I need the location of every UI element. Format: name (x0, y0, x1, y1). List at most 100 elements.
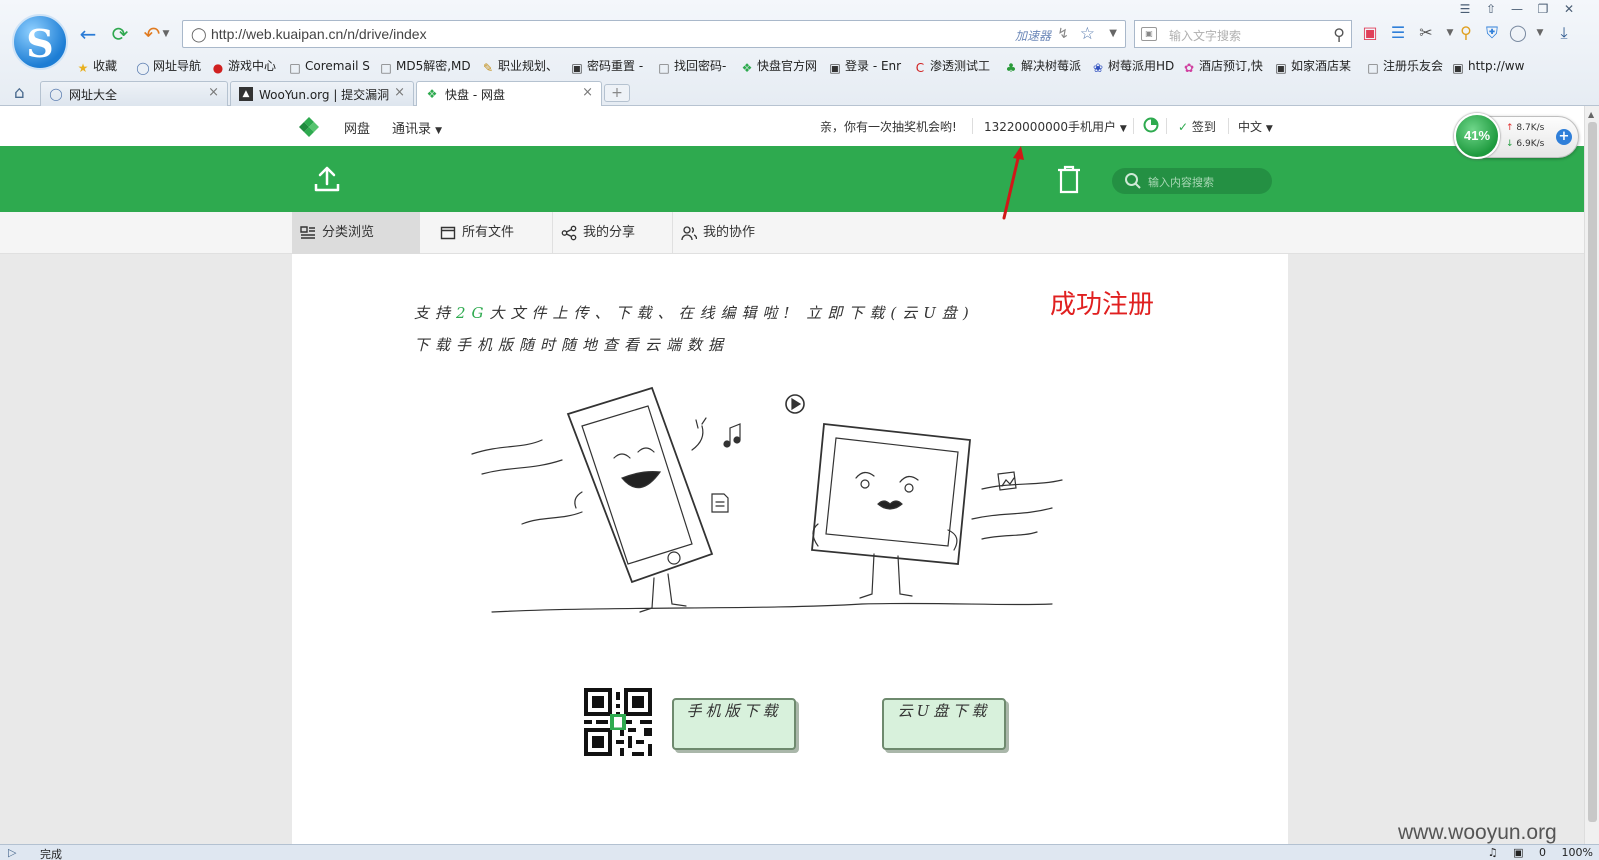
nav-drive-link[interactable]: 网盘 (344, 118, 370, 137)
browser-chrome: ← ⟳ ↶ ▼ ◯ http://web.kuaipan.cn/n/drive/… (0, 0, 1599, 107)
kuaipan-icon: ❖ (741, 61, 753, 75)
bookmark-item[interactable]: ♣ 解决树莓派 (1004, 54, 1081, 78)
kuaipan-logo-icon[interactable] (298, 116, 320, 138)
search-input[interactable]: ▣ 输入文字搜索 ⚲ (1134, 20, 1352, 48)
translate-ext-icon[interactable]: ☰ (1388, 22, 1408, 44)
tab-all-files[interactable]: 所有文件 (432, 212, 542, 254)
bookmark-item[interactable]: ✎ 职业规划、 (481, 54, 558, 78)
share-icon (561, 225, 577, 241)
download-mobile-button[interactable]: 手机版下载 (672, 698, 796, 750)
lottery-link[interactable]: 亲，你有一次抽奖机会哟! (820, 118, 957, 135)
scissors-icon[interactable]: ✂ (1416, 22, 1436, 44)
address-bar[interactable]: ◯ http://web.kuaipan.cn/n/drive/index 加速… (182, 20, 1126, 48)
trash-icon[interactable] (1056, 164, 1082, 194)
browser-tab-wooyun[interactable]: ▲ WooYun.org | 提交漏洞 × (230, 81, 414, 106)
c-icon: C (915, 61, 925, 75)
tab-my-collab[interactable]: 我的协作 (672, 212, 782, 254)
nav-contacts-label: 通讯录 (392, 122, 432, 137)
download-speed: ↓ 6.9K/s (1506, 139, 1544, 149)
volume-icon[interactable]: ♫ (1488, 846, 1498, 859)
tab-my-shares[interactable]: 我的分享 (552, 212, 662, 254)
tab-close-icon[interactable]: × (394, 85, 405, 100)
bolt-icon[interactable]: ↯ (1057, 26, 1069, 42)
promo-line-2: 下载手机版随时随地查看云端数据 (414, 336, 730, 354)
checkin-button[interactable]: ✓ 签到 (1178, 118, 1216, 135)
plus-icon[interactable]: + (1556, 129, 1572, 145)
checkin-label: 签到 (1191, 120, 1216, 134)
shield-ext-icon[interactable]: ⛨ (1482, 22, 1502, 44)
browser-logo (12, 14, 68, 70)
star-icon[interactable]: ☆ (1080, 24, 1095, 44)
sidebar-toggle-icon[interactable]: ▷ (8, 846, 16, 859)
bookmark-item[interactable]: ✿ 酒店预订,快 (1182, 54, 1263, 78)
key-icon[interactable]: ⚲ (1456, 22, 1476, 44)
home-icon[interactable]: ⌂ (14, 83, 25, 103)
image-icon: ▣ (829, 61, 841, 75)
menu-icon[interactable]: ☰ (1452, 0, 1478, 18)
minimize-icon[interactable]: — (1504, 0, 1530, 18)
ext-more-icon[interactable]: ▼ (1530, 22, 1550, 44)
browser-tab-nav[interactable]: ◯ 网址大全 × (40, 81, 228, 106)
bookmark-label: 酒店预订,快 (1199, 59, 1263, 73)
memory-percent[interactable]: 41% (1454, 113, 1500, 159)
tab-label: WooYun.org | 提交漏洞 (259, 88, 390, 102)
address-url[interactable]: http://web.kuaipan.cn/n/drive/index (211, 26, 427, 42)
chevron-down-icon[interactable]: ▼ (1109, 28, 1117, 39)
tab-close-icon[interactable]: × (582, 85, 593, 100)
undo-dropdown-icon[interactable]: ▼ (160, 22, 172, 46)
accelerator-label[interactable]: 加速器 (1015, 27, 1051, 44)
bookmark-item[interactable]: □ 找回密码- (657, 54, 726, 78)
bookmark-label: 网址导航 (153, 59, 202, 73)
up-arrow-icon: ↑ (1506, 123, 1514, 133)
bookmark-label: 游戏中心 (228, 59, 277, 73)
skin-icon[interactable]: ⇧ (1478, 0, 1504, 18)
tab-close-icon[interactable]: × (208, 85, 219, 100)
down-arrow-icon: ↓ (1506, 139, 1514, 149)
user-menu[interactable]: 13220000000手机用户 ▼ (984, 118, 1127, 135)
bookmark-item[interactable]: □ 注册乐友会 (1366, 54, 1443, 78)
ad-block-icon[interactable]: ▣ (1513, 846, 1523, 859)
bookmark-item[interactable]: ◯ 网址导航 (136, 54, 201, 78)
language-select[interactable]: 中文 ▼ (1238, 118, 1273, 135)
chat-icon[interactable]: ◯ (1508, 22, 1528, 44)
upload-icon[interactable] (312, 164, 342, 194)
browser-tab-kuaipan[interactable]: ❖ 快盘 - 网盘 × (416, 81, 602, 107)
search-icon[interactable]: ⚲ (1333, 25, 1345, 44)
bookmark-item[interactable]: ▣ 登录 - Enr (828, 54, 901, 78)
close-icon[interactable]: ✕ (1556, 0, 1582, 18)
bookmark-item[interactable]: ❀ 树莓派用HD (1091, 54, 1174, 78)
new-tab-button[interactable]: + (604, 84, 630, 102)
bookmark-item[interactable]: ▣ 如家酒店某 (1274, 54, 1351, 78)
restore-icon[interactable]: ❐ (1530, 0, 1556, 18)
search-engine-icon[interactable]: ▣ (1141, 27, 1157, 41)
refresh-icon[interactable]: ⟳ (108, 22, 132, 46)
paw-icon: ❀ (1092, 61, 1104, 75)
screenshot-ext-icon[interactable]: ▣ (1360, 22, 1380, 44)
bookmark-item[interactable]: ❖ 快盘官方网 (740, 54, 817, 78)
bookmark-item[interactable]: ● 游戏中心 (211, 54, 276, 78)
vertical-scrollbar[interactable]: ▲ (1584, 106, 1599, 844)
network-speed-widget[interactable]: 41% ↑ 8.7K/s ↓ 6.9K/s + (1454, 113, 1579, 159)
download-icon[interactable]: ⤓ (1554, 22, 1574, 44)
scroll-up-icon[interactable]: ▲ (1588, 110, 1594, 119)
divider (1166, 118, 1167, 134)
tab-label: 我的分享 (583, 225, 636, 240)
scroll-thumb[interactable] (1588, 122, 1597, 822)
bookmark-item[interactable]: □ Coremail S (288, 54, 370, 78)
bookmark-item[interactable]: C 渗透测试工 (913, 54, 990, 78)
bookmark-item[interactable]: ★ 收藏 (76, 54, 117, 78)
block-count[interactable]: 0 (1539, 846, 1546, 859)
content-search-input[interactable]: 输入内容搜索 (1112, 168, 1272, 194)
tab-category-browse[interactable]: 分类浏览 (292, 212, 420, 254)
back-arrow-icon[interactable]: ← (76, 22, 100, 46)
zoom-level[interactable]: 100% (1562, 846, 1593, 859)
download-upan-button[interactable]: 云U盘下载 (882, 698, 1006, 750)
storage-pie-icon[interactable] (1143, 117, 1159, 133)
bookmark-item[interactable]: ▣ 密码重置 - (570, 54, 643, 78)
bookmark-label: 快盘官方网 (757, 59, 818, 73)
promo-line-1: 支持2G大文件上传、下载、在线编辑啦! 立即下载(云U盘) (414, 302, 975, 323)
nav-contacts-menu[interactable]: 通讯录 ▼ (392, 118, 442, 137)
bookmark-item[interactable]: □ MD5解密,MD (379, 54, 470, 78)
bookmark-item[interactable]: ▣ http://ww (1451, 54, 1524, 78)
image-icon: ▣ (1275, 61, 1287, 75)
